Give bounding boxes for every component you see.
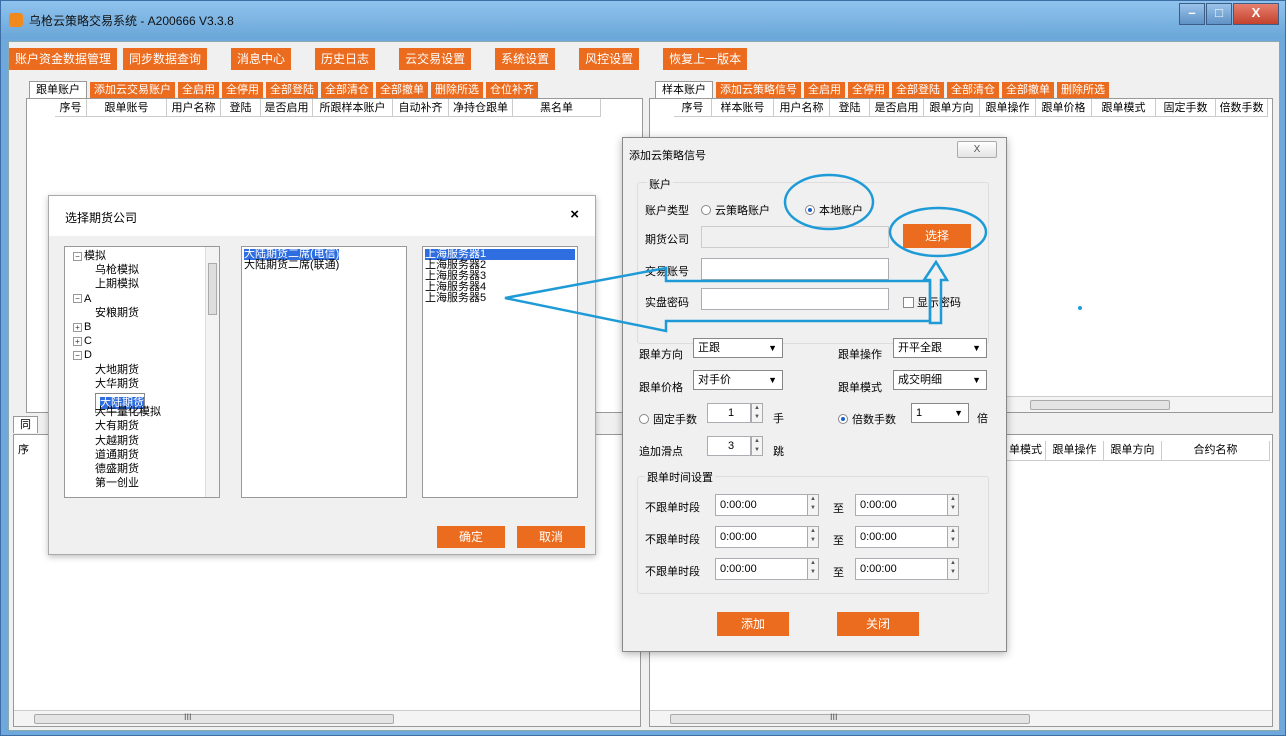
highlight-circle-local-account (783, 173, 875, 231)
annotation-dot (1078, 306, 1082, 310)
arrow-left-annotation (504, 266, 932, 333)
arrow-up-annotation (921, 259, 950, 325)
highlight-circle-choose-button (888, 206, 988, 258)
annotation-overlay (504, 173, 1082, 333)
